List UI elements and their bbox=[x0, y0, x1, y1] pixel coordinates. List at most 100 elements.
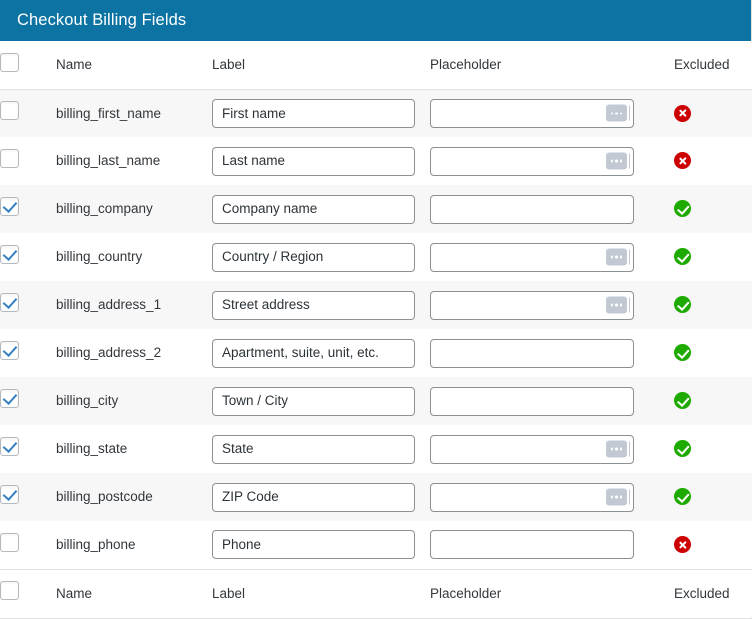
placeholder-cell bbox=[430, 89, 674, 137]
table-row: billing_country Country / Region bbox=[0, 233, 752, 281]
column-footer-label[interactable]: Label bbox=[212, 569, 430, 617]
ellipsis-icon[interactable] bbox=[606, 440, 627, 458]
column-header-placeholder[interactable]: Placeholder bbox=[430, 41, 674, 89]
row-select-checkbox[interactable] bbox=[0, 293, 19, 312]
column-footer-placeholder[interactable]: Placeholder bbox=[430, 569, 674, 617]
check-circle-icon[interactable] bbox=[674, 488, 691, 506]
row-select-cell bbox=[0, 425, 56, 473]
label-cell: First name bbox=[212, 89, 430, 137]
column-header-excluded[interactable]: Excluded bbox=[674, 41, 752, 89]
check-circle-icon[interactable] bbox=[674, 344, 691, 362]
placeholder-input[interactable] bbox=[430, 98, 634, 128]
column-header-name[interactable]: Name bbox=[56, 41, 212, 89]
excluded-cell bbox=[674, 329, 752, 377]
field-name: billing_phone bbox=[56, 537, 136, 552]
label-input-value: Town / City bbox=[222, 393, 289, 409]
placeholder-input[interactable] bbox=[430, 482, 634, 512]
label-cell: State bbox=[212, 425, 430, 473]
row-select-cell bbox=[0, 329, 56, 377]
label-input[interactable]: Phone bbox=[212, 530, 415, 560]
placeholder-cell bbox=[430, 137, 674, 185]
label-input[interactable]: Apartment, suite, unit, etc. bbox=[212, 338, 415, 368]
checkout-billing-fields-panel: Checkout Billing Fields Name Label Place… bbox=[0, 0, 752, 619]
text-caret bbox=[628, 441, 630, 457]
check-circle-icon[interactable] bbox=[674, 248, 691, 266]
select-all-checkbox-footer[interactable] bbox=[0, 581, 19, 601]
label-input[interactable]: Last name bbox=[212, 146, 415, 176]
row-select-checkbox[interactable] bbox=[0, 101, 19, 121]
label-input[interactable]: Country / Region bbox=[212, 242, 415, 272]
error-circle-icon[interactable] bbox=[674, 104, 691, 122]
table-header: Name Label Placeholder Excluded bbox=[0, 41, 752, 89]
excluded-cell bbox=[674, 473, 752, 521]
excluded-cell bbox=[674, 521, 752, 569]
column-footer-excluded[interactable]: Excluded bbox=[674, 569, 752, 617]
row-select-checkbox[interactable] bbox=[0, 437, 19, 456]
ellipsis-icon[interactable] bbox=[606, 248, 627, 266]
label-cell: Country / Region bbox=[212, 233, 430, 281]
label-input-value: First name bbox=[222, 105, 286, 121]
label-input[interactable]: Company name bbox=[212, 194, 415, 224]
row-select-checkbox[interactable] bbox=[0, 389, 19, 408]
ellipsis-icon[interactable] bbox=[606, 152, 627, 170]
label-cell: Apartment, suite, unit, etc. bbox=[212, 329, 430, 377]
field-name: billing_last_name bbox=[56, 153, 161, 169]
table-row: billing_last_name Last name bbox=[0, 137, 752, 185]
label-cell: Last name bbox=[212, 137, 430, 185]
placeholder-input[interactable] bbox=[430, 338, 634, 368]
select-all-checkbox[interactable] bbox=[0, 52, 19, 72]
label-input[interactable]: Street address bbox=[212, 290, 415, 320]
row-select-cell bbox=[0, 233, 56, 281]
field-name: billing_first_name bbox=[56, 105, 162, 121]
row-select-checkbox[interactable] bbox=[0, 245, 19, 264]
row-select-checkbox[interactable] bbox=[0, 341, 19, 360]
check-circle-icon[interactable] bbox=[674, 200, 691, 218]
placeholder-cell bbox=[430, 185, 674, 233]
column-header-label[interactable]: Label bbox=[212, 41, 430, 89]
check-circle-icon[interactable] bbox=[674, 296, 691, 314]
table-header-row: Name Label Placeholder Excluded bbox=[0, 41, 752, 89]
billing-fields-table: Name Label Placeholder Excluded billing_… bbox=[0, 41, 752, 617]
placeholder-input[interactable] bbox=[430, 194, 634, 224]
placeholder-cell bbox=[430, 521, 674, 569]
check-circle-icon[interactable] bbox=[674, 440, 691, 458]
placeholder-input[interactable] bbox=[430, 386, 634, 416]
panel-titlebar: Checkout Billing Fields bbox=[0, 0, 751, 41]
label-input[interactable]: First name bbox=[212, 98, 415, 128]
placeholder-input[interactable] bbox=[430, 242, 634, 272]
text-caret bbox=[628, 105, 630, 121]
excluded-cell bbox=[674, 137, 752, 185]
row-select-checkbox[interactable] bbox=[0, 197, 19, 216]
text-caret bbox=[628, 489, 630, 505]
placeholder-input[interactable] bbox=[430, 146, 634, 176]
label-input-value: Last name bbox=[222, 153, 286, 169]
row-select-checkbox[interactable] bbox=[0, 149, 19, 168]
placeholder-input[interactable] bbox=[430, 290, 634, 320]
label-input-value: Country / Region bbox=[222, 249, 324, 265]
placeholder-cell bbox=[430, 425, 674, 473]
column-footer-name[interactable]: Name bbox=[56, 569, 212, 617]
placeholder-cell bbox=[430, 329, 674, 377]
label-input[interactable]: ZIP Code bbox=[212, 482, 415, 512]
label-input[interactable]: State bbox=[212, 434, 415, 464]
placeholder-input[interactable] bbox=[430, 434, 634, 464]
table-footer: Name Label Placeholder Excluded bbox=[0, 569, 752, 617]
ellipsis-icon[interactable] bbox=[606, 104, 627, 122]
ellipsis-icon[interactable] bbox=[606, 488, 627, 506]
label-input[interactable]: Town / City bbox=[212, 386, 415, 416]
field-name: billing_company bbox=[56, 201, 153, 217]
label-input-value: ZIP Code bbox=[222, 489, 279, 505]
label-input-value: Apartment, suite, unit, etc. bbox=[222, 345, 379, 361]
check-circle-icon[interactable] bbox=[674, 392, 691, 410]
error-circle-icon[interactable] bbox=[674, 152, 691, 170]
field-name: billing_state bbox=[56, 441, 128, 457]
row-select-cell bbox=[0, 473, 56, 521]
row-select-checkbox[interactable] bbox=[0, 485, 19, 504]
error-circle-icon[interactable] bbox=[674, 536, 691, 554]
placeholder-input[interactable] bbox=[430, 530, 634, 560]
text-caret bbox=[628, 249, 630, 265]
row-select-checkbox[interactable] bbox=[0, 532, 19, 552]
row-select-cell bbox=[0, 281, 56, 329]
label-input-value: Street address bbox=[222, 297, 310, 313]
ellipsis-icon[interactable] bbox=[606, 296, 627, 314]
